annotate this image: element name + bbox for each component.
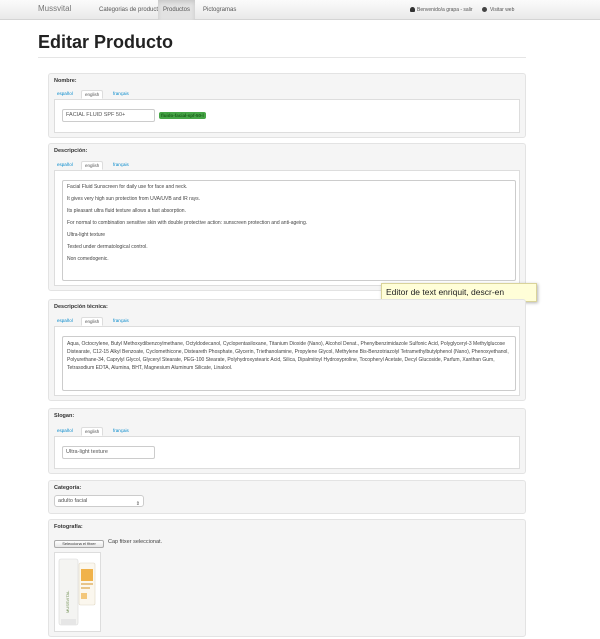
tab-en[interactable]: english bbox=[81, 317, 104, 326]
top-navbar: Mussvital Categorias de productos Produc… bbox=[0, 0, 600, 20]
nav-item-productos[interactable]: Productos bbox=[158, 0, 196, 20]
slogan-input[interactable]: Ultra-light texture bbox=[62, 446, 155, 459]
nav-item-pictogramas[interactable]: Pictogramas bbox=[198, 0, 241, 20]
file-status: Cap fitxer seleccionat. bbox=[108, 539, 163, 545]
tab-es[interactable]: español bbox=[54, 427, 76, 436]
descripcion-panel: Descripción: español english français Fa… bbox=[48, 143, 526, 291]
tab-en[interactable]: english bbox=[81, 427, 104, 436]
descripcion-paragraph: Non comedogenic. bbox=[67, 256, 109, 262]
brand-logo[interactable]: Mussvital bbox=[38, 4, 71, 13]
page-title: Editar Producto bbox=[38, 32, 174, 52]
slogan-panel: Slogan: español english français Ultra-l… bbox=[48, 408, 526, 474]
tab-es[interactable]: español bbox=[54, 90, 76, 99]
tab-en[interactable]: english bbox=[81, 90, 104, 99]
tab-fr[interactable]: français bbox=[110, 427, 132, 436]
descripcion-paragraph: Its pleasant ultra fluid texture allows … bbox=[67, 208, 186, 214]
tab-fr[interactable]: français bbox=[110, 317, 132, 326]
user-menu[interactable]: Benvenido/a grapa - salir bbox=[410, 0, 473, 20]
nombre-input[interactable]: FACIAL FLUID SPF 50+ bbox=[62, 109, 155, 122]
categoria-label: Categoría: bbox=[54, 485, 82, 491]
descripcion-label: Descripción: bbox=[54, 148, 88, 154]
descripcion-tecnica-label: Descripción técnica: bbox=[54, 304, 108, 310]
slogan-tab-content: Ultra-light texture bbox=[54, 436, 520, 469]
fotografia-panel: Fotografía: Selecciona el fitxer Cap fit… bbox=[48, 519, 526, 637]
nombre-panel: Nombre: español english français FACIAL … bbox=[48, 73, 526, 138]
product-photo: MUSSVITAL bbox=[54, 552, 101, 632]
tab-fr[interactable]: français bbox=[110, 161, 132, 170]
visit-label: Visitar web bbox=[490, 7, 515, 13]
slug-badge: fluido-facial-spf-50-l bbox=[159, 112, 206, 119]
nombre-tab-content: FACIAL FLUID SPF 50+ fluido-facial-spf-5… bbox=[54, 99, 520, 133]
descripcion-paragraph: It gives very high sun protection from U… bbox=[67, 196, 201, 202]
categoria-selected-value: adulto facial bbox=[58, 498, 88, 504]
choose-file-button[interactable]: Selecciona el fitxer bbox=[54, 540, 104, 548]
user-icon bbox=[410, 7, 415, 12]
descripcion-rich-editor[interactable]: Facial Fluid Sunscreen for daily use for… bbox=[62, 180, 516, 281]
descripcion-paragraph: Facial Fluid Sunscreen for daily use for… bbox=[67, 184, 188, 190]
globe-icon bbox=[482, 7, 487, 12]
product-tube-image: MUSSVITAL bbox=[58, 558, 96, 626]
tab-es[interactable]: español bbox=[54, 317, 76, 326]
visit-site-link[interactable]: Visitar web bbox=[482, 0, 514, 20]
tab-en[interactable]: english bbox=[81, 161, 104, 170]
tab-fr[interactable]: français bbox=[110, 90, 132, 99]
tab-es[interactable]: español bbox=[54, 161, 76, 170]
chevron-updown-icon: ⇕ bbox=[135, 501, 140, 507]
product-brand-text: MUSSVITAL bbox=[65, 590, 70, 613]
descripcion-tecnica-textarea[interactable]: Aqua, Octocrylene, Butyl Methoxydibenzoy… bbox=[62, 336, 516, 391]
descripcion-paragraph: Ultra-light texture bbox=[67, 232, 106, 238]
categoria-select[interactable]: adulto facial ⇕ bbox=[54, 495, 144, 507]
categoria-panel: Categoría: adulto facial ⇕ bbox=[48, 480, 526, 514]
nombre-label: Nombre: bbox=[54, 78, 77, 84]
descripcion-tab-content: Facial Fluid Sunscreen for daily use for… bbox=[54, 170, 520, 286]
descripcion-tecnica-tab-content: Aqua, Octocrylene, Butyl Methoxydibenzoy… bbox=[54, 326, 520, 396]
descripcion-paragraph: Tested under dermatological control. bbox=[67, 244, 148, 250]
user-label: Benvenido/a grapa - salir bbox=[417, 7, 473, 13]
slogan-label: Slogan: bbox=[54, 413, 75, 419]
fotografia-label: Fotografía: bbox=[54, 524, 83, 530]
descripcion-paragraph: For normal to combination sensitive skin… bbox=[67, 220, 308, 226]
descripcion-tecnica-panel: Descripción técnica: español english fra… bbox=[48, 299, 526, 401]
title-divider bbox=[38, 57, 526, 58]
